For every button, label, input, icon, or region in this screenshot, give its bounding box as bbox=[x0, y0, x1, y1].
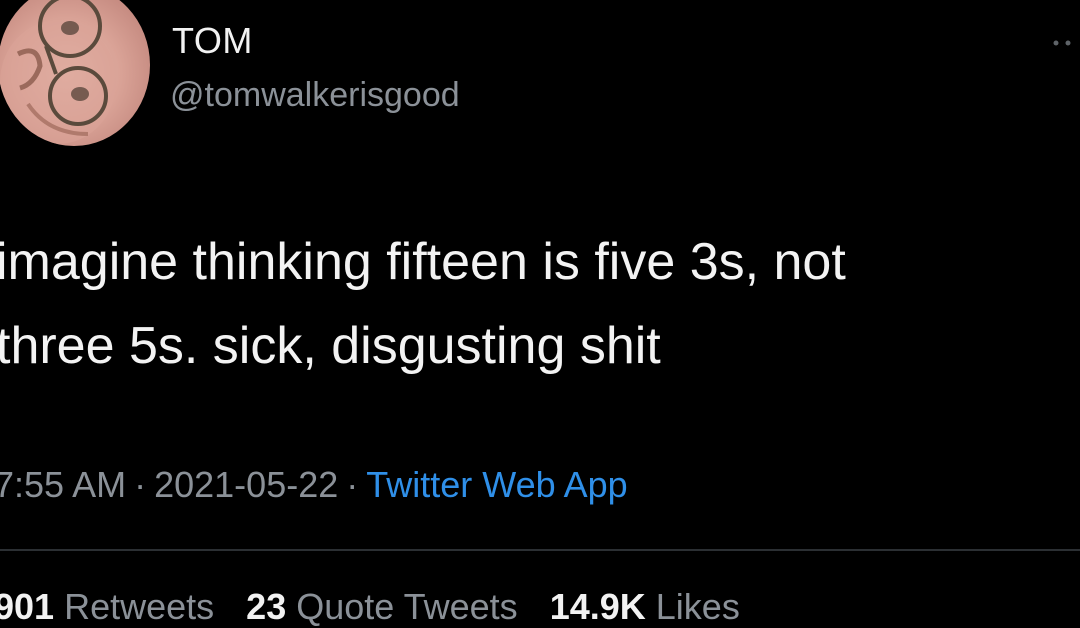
likes-label: Likes bbox=[655, 586, 740, 627]
tweet-stats: 901 Retweets 23 Quote Tweets 14.9K Likes bbox=[0, 586, 762, 628]
tweet-card: TOM @tomwalkerisgood imagine thinking fi… bbox=[0, 0, 1080, 628]
tweet-meta: 7:55 AM · 2021-05-22 · Twitter Web App bbox=[0, 464, 628, 506]
tweet-source-link[interactable]: Twitter Web App bbox=[366, 464, 627, 505]
quote-tweets-label: Quote Tweets bbox=[296, 586, 518, 627]
separator-dot: · bbox=[346, 464, 359, 505]
retweets-label: Retweets bbox=[64, 586, 215, 627]
quote-tweets-stat[interactable]: 23 Quote Tweets bbox=[246, 586, 518, 627]
avatar[interactable] bbox=[0, 0, 150, 146]
tweet-text: imagine thinking fifteen is five 3s, not… bbox=[0, 220, 1056, 388]
retweets-count: 901 bbox=[0, 586, 55, 627]
separator-dot: · bbox=[134, 464, 147, 505]
author-handle[interactable]: @tomwalkerisgood bbox=[170, 76, 460, 115]
quote-tweets-count: 23 bbox=[246, 586, 287, 627]
tweet-text-line: imagine thinking fifteen is five 3s, not bbox=[0, 233, 846, 291]
tweet-text-line: three 5s. sick, disgusting shit bbox=[0, 317, 661, 375]
divider bbox=[0, 549, 1080, 551]
tweet-time[interactable]: 7:55 AM bbox=[0, 464, 126, 505]
retweets-stat[interactable]: 901 Retweets bbox=[0, 586, 214, 627]
author-name[interactable]: TOM bbox=[172, 20, 253, 62]
tweet-date[interactable]: 2021-05-22 bbox=[154, 464, 338, 505]
profile-photo-glasses-icon bbox=[0, 0, 116, 144]
likes-count: 14.9K bbox=[549, 586, 646, 627]
more-options-icon[interactable] bbox=[1048, 36, 1076, 50]
likes-stat[interactable]: 14.9K Likes bbox=[550, 586, 740, 627]
